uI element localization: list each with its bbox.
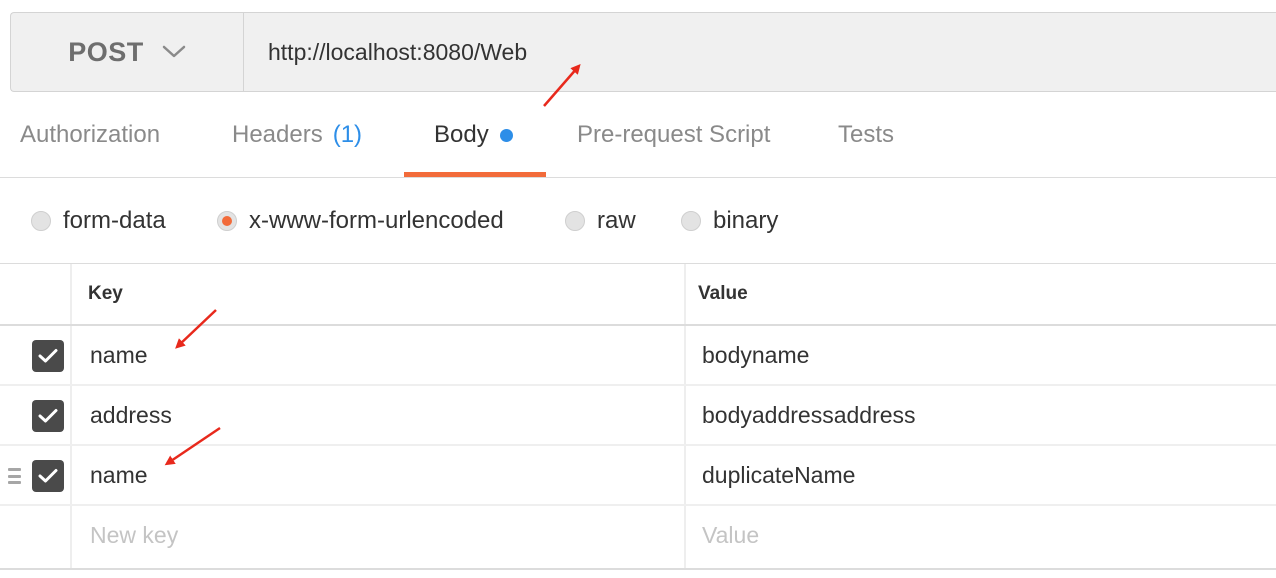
method-dropdown[interactable]: POST [11, 13, 244, 91]
tab-body[interactable]: Body [434, 92, 513, 178]
radio-icon [565, 211, 585, 231]
radio-selected-icon [217, 211, 237, 231]
key-cell[interactable]: address [90, 386, 172, 444]
table-bottom-border [0, 568, 1276, 570]
chevron-down-icon [162, 45, 185, 58]
value-cell[interactable]: bodyname [702, 326, 809, 384]
radio-form-data[interactable]: form-data [31, 178, 166, 264]
active-tab-indicator [404, 172, 546, 177]
params-table: Key Value name bodyname address bodyaddr… [0, 264, 1276, 570]
radio-label: x-www-form-urlencoded [249, 207, 504, 234]
checkmark-icon [38, 349, 58, 363]
tab-authorization[interactable]: Authorization [20, 92, 160, 178]
radio-raw[interactable]: raw [565, 178, 636, 264]
request-url-bar: POST http://localhost:8080/Web [10, 12, 1276, 92]
url-value: http://localhost:8080/Web [268, 38, 528, 65]
table-row: address bodyaddressaddress [0, 386, 1276, 446]
tab-label: Tests [838, 121, 895, 148]
row-enabled-checkbox[interactable] [32, 340, 64, 372]
row-enabled-checkbox[interactable] [32, 400, 64, 432]
request-tabs: Authorization Headers (1) Body Pre-reque… [0, 92, 1276, 178]
checkmark-icon [38, 409, 58, 423]
column-header-key: Key [88, 283, 123, 304]
radio-label: binary [713, 207, 779, 234]
checkmark-icon [38, 469, 58, 483]
tab-label: Authorization [20, 121, 161, 148]
method-label: POST [68, 36, 144, 67]
key-cell[interactable]: name [90, 326, 148, 384]
value-cell[interactable]: duplicateName [702, 446, 855, 504]
url-input[interactable]: http://localhost:8080/Web [244, 13, 1276, 91]
row-enabled-checkbox[interactable] [32, 460, 64, 492]
radio-label: form-data [63, 207, 166, 234]
radio-label: raw [597, 207, 636, 234]
tab-label: Headers [232, 121, 323, 148]
body-type-selector: form-data x-www-form-urlencoded raw bina… [0, 178, 1276, 264]
modified-dot-icon [499, 128, 513, 142]
radio-x-www-form-urlencoded[interactable]: x-www-form-urlencoded [217, 178, 504, 264]
tab-pre-request-script[interactable]: Pre-request Script [577, 92, 770, 178]
radio-icon [31, 211, 51, 231]
tab-headers[interactable]: Headers (1) [232, 92, 362, 178]
tab-tests[interactable]: Tests [838, 92, 894, 178]
key-cell[interactable]: name [90, 446, 148, 504]
new-key-input[interactable]: New key [90, 506, 178, 564]
new-param-row: New key Value [0, 506, 1276, 566]
headers-count-badge: (1) [332, 121, 363, 148]
column-header-value: Value [698, 283, 748, 304]
table-row: name bodyname [0, 326, 1276, 386]
new-value-input[interactable]: Value [702, 506, 759, 564]
radio-icon [681, 211, 701, 231]
tab-label: Pre-request Script [577, 121, 771, 148]
tab-label: Body [434, 121, 489, 148]
table-header: Key Value [0, 264, 1276, 326]
table-row: name duplicateName [0, 446, 1276, 506]
radio-binary[interactable]: binary [681, 178, 778, 264]
value-cell[interactable]: bodyaddressaddress [702, 386, 916, 444]
drag-handle-icon[interactable] [8, 468, 21, 484]
